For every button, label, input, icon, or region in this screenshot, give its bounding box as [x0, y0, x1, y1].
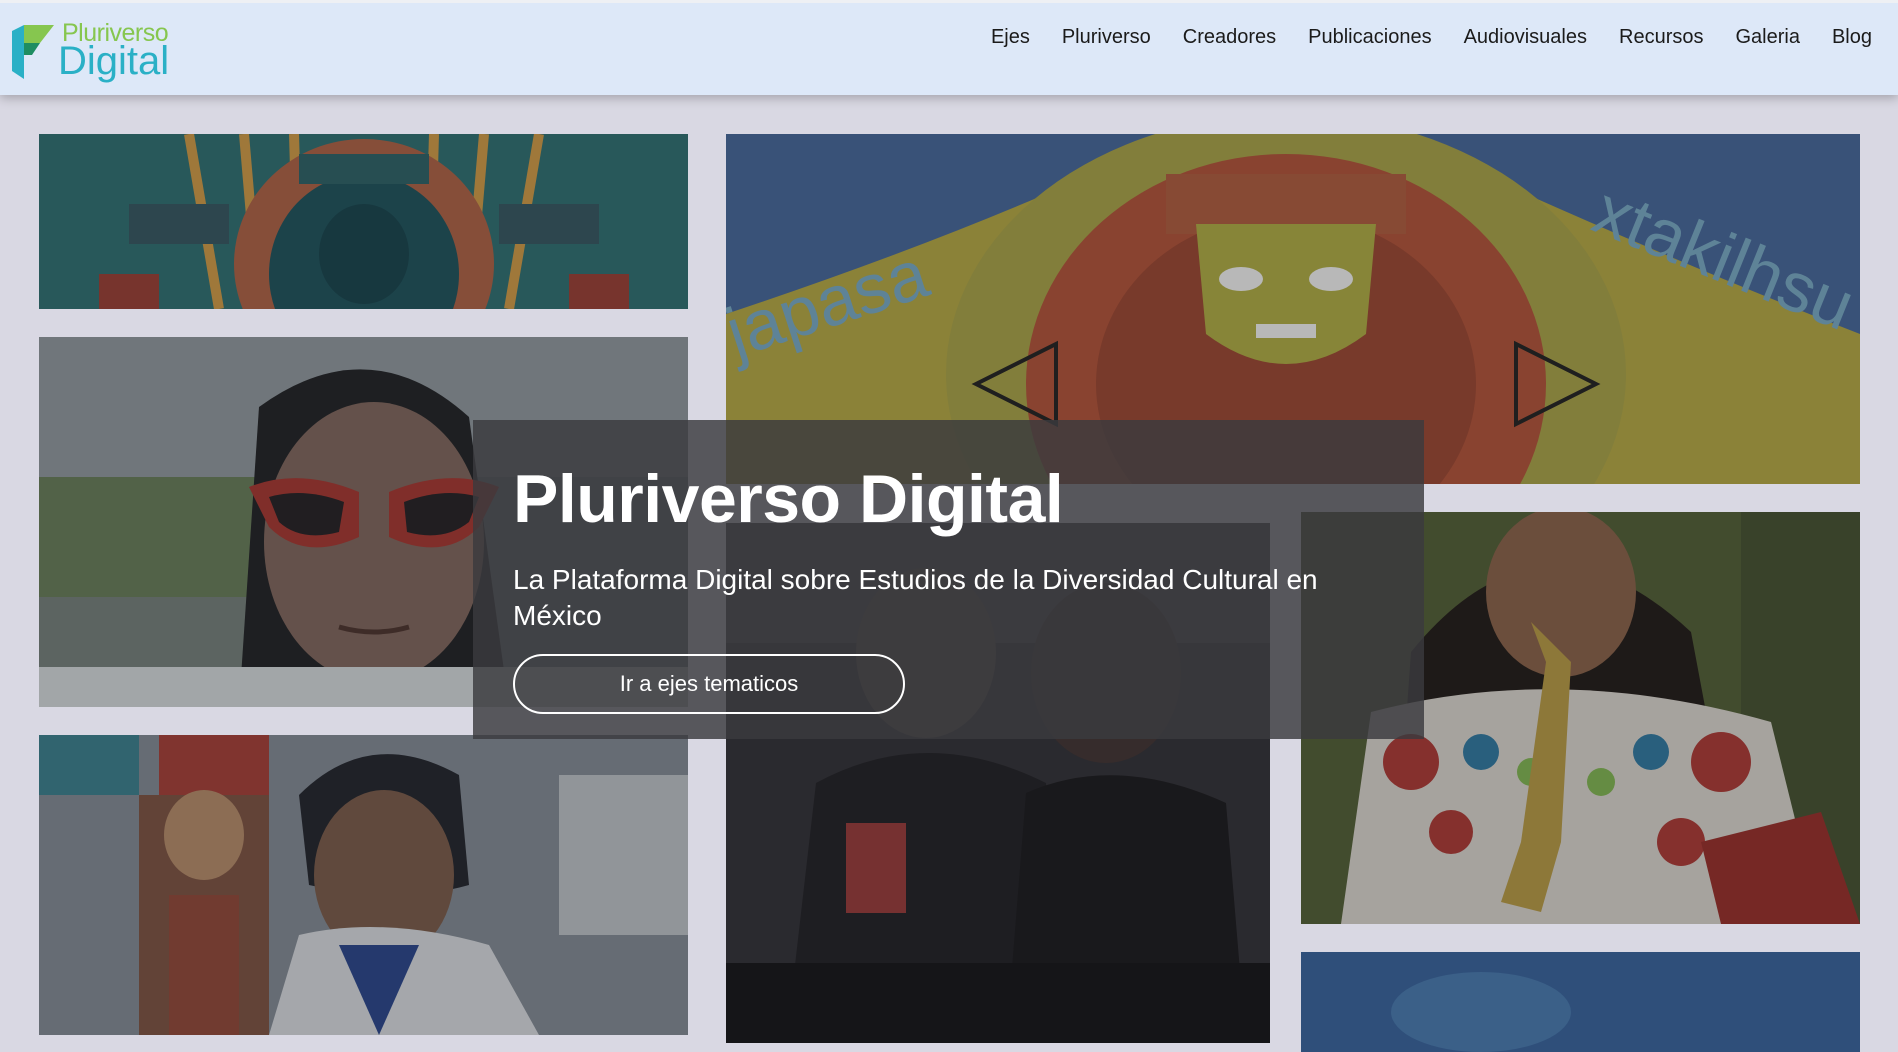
go-to-ejes-button[interactable]: Ir a ejes tematicos	[513, 654, 905, 714]
nav-item-pluriverso[interactable]: Pluriverso	[1062, 23, 1151, 51]
nav-item-galeria[interactable]: Galeria	[1735, 23, 1799, 51]
mosaic-image-aztec-mural	[39, 134, 688, 309]
logo-mark-icon	[12, 25, 54, 79]
mosaic-image-boy-saint	[39, 735, 688, 1035]
nav-item-creadores[interactable]: Creadores	[1183, 23, 1276, 51]
nav-item-publicaciones[interactable]: Publicaciones	[1308, 23, 1431, 51]
hero-panel: Pluriverso Digital La Plataforma Digital…	[473, 420, 1424, 739]
mosaic-image-blue-mural	[1301, 952, 1860, 1052]
nav-item-recursos[interactable]: Recursos	[1619, 23, 1703, 51]
nav-item-blog[interactable]: Blog	[1832, 23, 1872, 51]
hero-title: Pluriverso Digital	[513, 461, 1064, 537]
nav-item-audiovisuales[interactable]: Audiovisuales	[1464, 23, 1587, 51]
main-nav: Ejes Pluriverso Creadores Publicaciones …	[991, 23, 1872, 51]
hero-subtitle: La Plataforma Digital sobre Estudios de …	[513, 564, 1318, 631]
site-header: Pluriverso Digital Ejes Pluriverso Cread…	[0, 0, 1898, 95]
logo-text-bottom: Digital	[58, 39, 170, 83]
site-logo[interactable]: Pluriverso Digital	[10, 19, 170, 83]
nav-item-ejes[interactable]: Ejes	[991, 23, 1030, 51]
